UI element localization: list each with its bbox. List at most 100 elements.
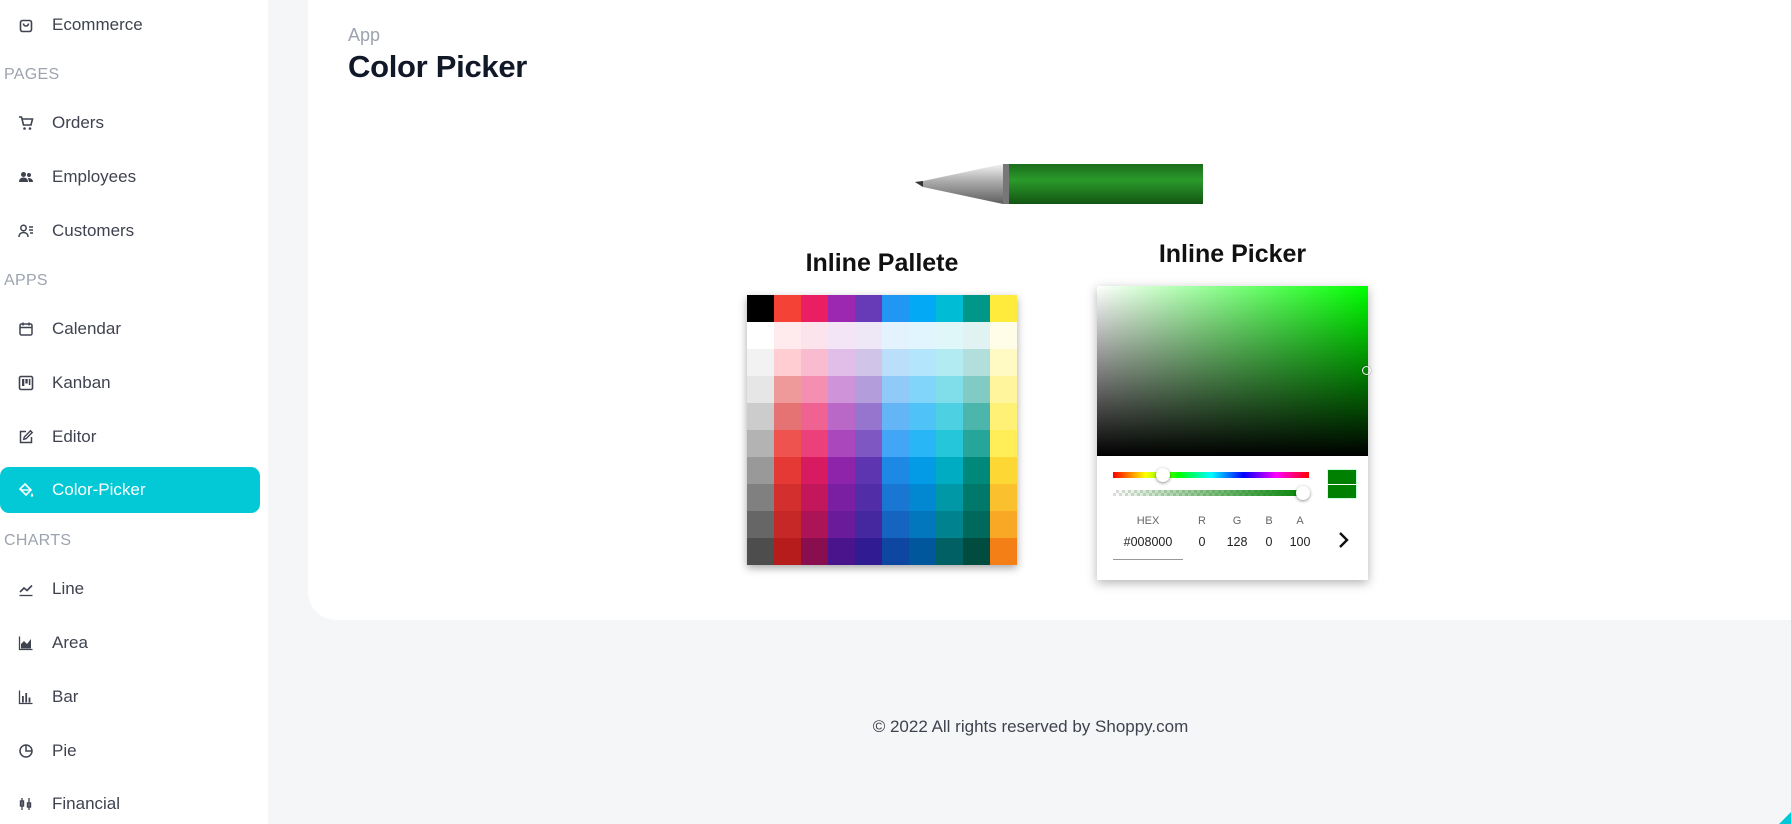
palette-swatch[interactable] <box>990 349 1017 376</box>
sidebar-item-customers[interactable]: Customers <box>0 208 260 254</box>
palette-swatch[interactable] <box>828 403 855 430</box>
palette-swatch[interactable] <box>909 430 936 457</box>
palette-swatch[interactable] <box>828 430 855 457</box>
palette-swatch[interactable] <box>774 484 801 511</box>
palette-swatch[interactable] <box>882 376 909 403</box>
palette-swatch[interactable] <box>963 484 990 511</box>
palette-swatch[interactable] <box>747 403 774 430</box>
palette-swatch[interactable] <box>774 322 801 349</box>
palette-swatch[interactable] <box>855 538 882 565</box>
palette-swatch[interactable] <box>747 322 774 349</box>
b-input[interactable]: 0 <box>1259 535 1279 549</box>
palette-swatch[interactable] <box>990 430 1017 457</box>
saturation-handle[interactable] <box>1362 366 1371 375</box>
alpha-handle[interactable] <box>1296 486 1310 500</box>
palette-swatch[interactable] <box>963 376 990 403</box>
palette-swatch[interactable] <box>936 349 963 376</box>
hue-handle[interactable] <box>1156 468 1170 482</box>
palette-swatch[interactable] <box>855 403 882 430</box>
palette-swatch[interactable] <box>882 295 909 322</box>
inline-palette[interactable] <box>747 295 1017 565</box>
palette-swatch[interactable] <box>828 511 855 538</box>
sidebar-item-bar[interactable]: Bar <box>0 674 260 720</box>
palette-swatch[interactable] <box>909 349 936 376</box>
sidebar-item-kanban[interactable]: Kanban <box>0 360 260 406</box>
palette-swatch[interactable] <box>801 295 828 322</box>
palette-swatch[interactable] <box>747 376 774 403</box>
palette-swatch[interactable] <box>828 349 855 376</box>
palette-swatch[interactable] <box>882 403 909 430</box>
palette-swatch[interactable] <box>828 322 855 349</box>
palette-swatch[interactable] <box>855 511 882 538</box>
palette-swatch[interactable] <box>882 457 909 484</box>
palette-swatch[interactable] <box>747 511 774 538</box>
palette-swatch[interactable] <box>747 430 774 457</box>
palette-swatch[interactable] <box>747 538 774 565</box>
chevron-right-icon[interactable] <box>1335 528 1353 552</box>
palette-swatch[interactable] <box>936 403 963 430</box>
palette-swatch[interactable] <box>774 511 801 538</box>
palette-swatch[interactable] <box>828 376 855 403</box>
palette-swatch[interactable] <box>801 349 828 376</box>
palette-swatch[interactable] <box>963 430 990 457</box>
palette-swatch[interactable] <box>855 349 882 376</box>
palette-swatch[interactable] <box>801 538 828 565</box>
palette-swatch[interactable] <box>801 457 828 484</box>
palette-swatch[interactable] <box>990 376 1017 403</box>
palette-swatch[interactable] <box>774 430 801 457</box>
palette-swatch[interactable] <box>828 295 855 322</box>
palette-swatch[interactable] <box>963 349 990 376</box>
palette-swatch[interactable] <box>909 538 936 565</box>
palette-swatch[interactable] <box>882 511 909 538</box>
sidebar-item-employees[interactable]: Employees <box>0 154 260 200</box>
palette-swatch[interactable] <box>855 322 882 349</box>
palette-swatch[interactable] <box>801 430 828 457</box>
palette-swatch[interactable] <box>909 295 936 322</box>
saturation-value-area[interactable] <box>1097 286 1368 456</box>
palette-swatch[interactable] <box>801 322 828 349</box>
palette-swatch[interactable] <box>963 322 990 349</box>
palette-swatch[interactable] <box>801 403 828 430</box>
palette-swatch[interactable] <box>801 511 828 538</box>
palette-swatch[interactable] <box>801 376 828 403</box>
palette-swatch[interactable] <box>909 403 936 430</box>
sidebar-item-editor[interactable]: Editor <box>0 414 260 460</box>
palette-swatch[interactable] <box>774 295 801 322</box>
sidebar-item-area[interactable]: Area <box>0 620 260 666</box>
palette-swatch[interactable] <box>990 511 1017 538</box>
palette-swatch[interactable] <box>990 457 1017 484</box>
sidebar-item-orders[interactable]: Orders <box>0 100 260 146</box>
palette-swatch[interactable] <box>774 538 801 565</box>
palette-swatch[interactable] <box>882 538 909 565</box>
palette-swatch[interactable] <box>882 430 909 457</box>
palette-swatch[interactable] <box>747 484 774 511</box>
palette-swatch[interactable] <box>855 376 882 403</box>
palette-swatch[interactable] <box>801 484 828 511</box>
palette-swatch[interactable] <box>855 295 882 322</box>
sidebar-item-calendar[interactable]: Calendar <box>0 306 260 352</box>
g-input[interactable]: 128 <box>1217 535 1257 549</box>
palette-swatch[interactable] <box>882 349 909 376</box>
palette-swatch[interactable] <box>909 511 936 538</box>
sidebar-item-ecommerce[interactable]: Ecommerce <box>0 2 260 48</box>
palette-swatch[interactable] <box>963 538 990 565</box>
sidebar-item-financial[interactable]: Financial <box>0 781 260 824</box>
hue-slider[interactable] <box>1113 472 1309 478</box>
palette-swatch[interactable] <box>882 322 909 349</box>
palette-swatch[interactable] <box>990 538 1017 565</box>
hex-input[interactable]: #008000 <box>1113 535 1183 549</box>
palette-swatch[interactable] <box>774 376 801 403</box>
palette-swatch[interactable] <box>855 430 882 457</box>
palette-swatch[interactable] <box>936 322 963 349</box>
palette-swatch[interactable] <box>963 457 990 484</box>
palette-swatch[interactable] <box>963 403 990 430</box>
palette-swatch[interactable] <box>909 484 936 511</box>
palette-swatch[interactable] <box>828 538 855 565</box>
palette-swatch[interactable] <box>963 511 990 538</box>
palette-swatch[interactable] <box>855 484 882 511</box>
r-input[interactable]: 0 <box>1192 535 1212 549</box>
sidebar-item-line[interactable]: Line <box>0 566 260 612</box>
palette-swatch[interactable] <box>747 295 774 322</box>
palette-swatch[interactable] <box>774 349 801 376</box>
sidebar-item-color-picker[interactable]: Color-Picker <box>0 467 260 513</box>
